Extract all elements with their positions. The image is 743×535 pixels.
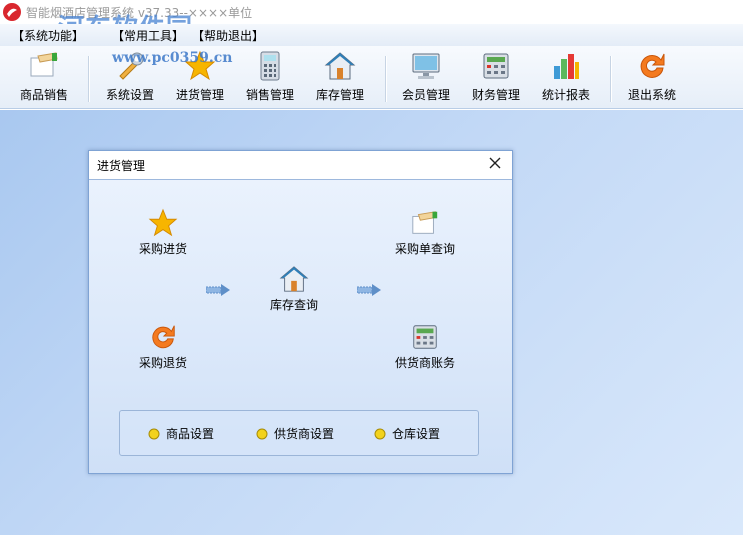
main-toolbar: 商品销售 系统设置 进货管理 销售管理 库存管理 会员管理 财务管理 统计报表 …	[0, 46, 743, 109]
toolbar-statistics-report-button[interactable]: 统计报表	[530, 50, 602, 106]
toolbar-inventory-management-button[interactable]: 库存管理	[304, 50, 376, 106]
function-label: 采购进货	[138, 242, 187, 256]
refresh-icon	[640, 53, 665, 78]
toolbar-purchase-management-button[interactable]: 进货管理	[164, 50, 236, 106]
cash-register-icon	[413, 325, 437, 349]
cash-register-icon	[483, 53, 509, 79]
setting-label: 仓库设置	[392, 427, 441, 441]
product-settings-link[interactable]: 商品设置	[148, 425, 214, 442]
setting-label: 商品设置	[166, 427, 215, 441]
refresh-icon	[152, 325, 175, 349]
toolbar-member-management-button[interactable]: 会员管理	[390, 50, 462, 106]
toolbar-system-settings-button[interactable]: 系统设置	[94, 50, 166, 106]
app-logo-icon	[3, 3, 21, 21]
window-title: 智能烟酒店管理系统 v37.33--××××单位	[26, 5, 253, 20]
supplier-settings-link[interactable]: 供货商设置	[256, 425, 334, 442]
toolbar-label: 库存管理	[315, 88, 364, 102]
dialog-title-bar[interactable]: 进货管理	[89, 151, 512, 180]
close-icon[interactable]	[487, 155, 503, 171]
menu-bar: 【系统功能】 【常用工具】 【帮助退出】	[0, 24, 743, 46]
arrow-right-icon	[206, 284, 230, 296]
toolbar-label: 系统设置	[105, 88, 154, 102]
purchase-management-dialog: 进货管理 采购进货 采购单查询 库存查询 采购退货 供货商账务 商品设置 供货商…	[88, 150, 513, 474]
toolbar-sales-management-button[interactable]: 销售管理	[234, 50, 306, 106]
stock-query-button[interactable]: 库存查询	[244, 264, 344, 313]
toolbar-label: 财务管理	[471, 88, 520, 102]
menu-system-functions[interactable]: 【系统功能】	[12, 27, 84, 44]
warehouse-settings-link[interactable]: 仓库设置	[374, 425, 440, 442]
bar-chart-icon	[554, 54, 579, 79]
toolbar-label: 进货管理	[175, 88, 224, 102]
star-icon	[184, 50, 216, 81]
purchase-order-query-button[interactable]: 采购单查询	[375, 208, 475, 257]
function-label: 采购退货	[138, 356, 187, 370]
toolbar-label: 会员管理	[401, 88, 450, 102]
function-label: 供货商账务	[394, 356, 455, 370]
toolbar-separator	[610, 56, 612, 102]
toolbar-exit-system-button[interactable]: 退出系统	[616, 50, 688, 106]
yellow-dot-icon	[374, 428, 386, 439]
toolbar-product-sales-button[interactable]: 商品销售	[8, 50, 80, 106]
toolbar-label: 退出系统	[627, 88, 676, 102]
order-document-icon	[412, 211, 438, 234]
toolbar-separator	[385, 56, 387, 102]
house-icon	[279, 266, 309, 292]
toolbar-label: 统计报表	[541, 88, 590, 102]
menu-help-exit[interactable]: 【帮助退出】	[192, 27, 264, 44]
title-bar: 智能烟酒店管理系统 v37.33--××××单位	[0, 0, 743, 24]
house-icon	[324, 52, 356, 80]
dialog-body: 采购进货 采购单查询 库存查询 采购退货 供货商账务 商品设置 供货商设置 仓库…	[89, 180, 512, 473]
supplier-account-button[interactable]: 供货商账务	[375, 322, 475, 371]
function-label: 库存查询	[269, 298, 318, 312]
calculator-icon	[260, 51, 280, 81]
toolbar-finance-management-button[interactable]: 财务管理	[460, 50, 532, 106]
star-icon	[148, 208, 178, 237]
function-label: 采购单查询	[394, 242, 455, 256]
yellow-dot-icon	[148, 428, 160, 439]
purchase-in-button[interactable]: 采购进货	[113, 208, 213, 257]
toolbar-label: 销售管理	[245, 88, 294, 102]
menu-common-tools[interactable]: 【常用工具】	[112, 27, 184, 44]
setting-label: 供货商设置	[274, 427, 335, 441]
monitor-icon	[412, 53, 440, 79]
settings-panel: 商品设置 供货商设置 仓库设置	[119, 410, 479, 456]
toolbar-separator	[88, 56, 90, 102]
purchase-return-button[interactable]: 采购退货	[113, 322, 213, 371]
toolbar-label: 商品销售	[19, 88, 68, 102]
yellow-dot-icon	[256, 428, 268, 439]
wrench-icon	[119, 52, 144, 80]
dialog-title: 进货管理	[97, 159, 146, 173]
sales-hand-icon	[30, 52, 58, 77]
arrow-right-icon	[357, 284, 381, 296]
